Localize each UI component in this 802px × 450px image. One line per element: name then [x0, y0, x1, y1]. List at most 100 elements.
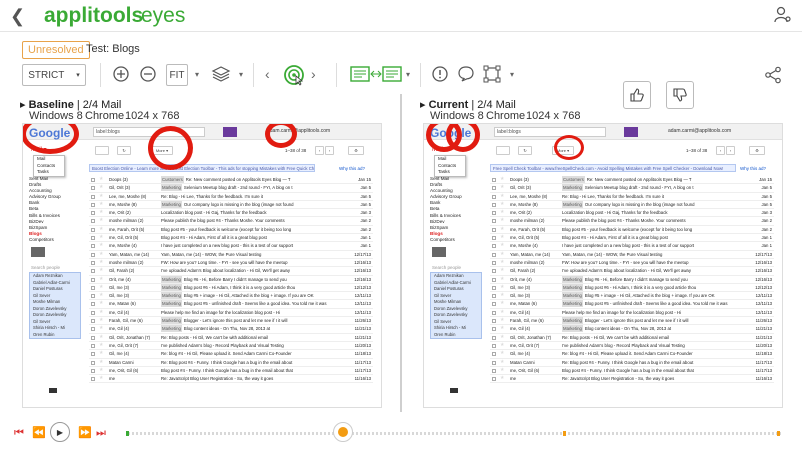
row-checkbox[interactable]	[492, 219, 496, 224]
email-row[interactable]: ★ me, Matan (6) Marketing Blog post #5 - un…	[89, 300, 373, 309]
select-checkbox[interactable]	[95, 146, 109, 155]
star-icon[interactable]: ★	[500, 292, 504, 299]
star-icon[interactable]: ★	[99, 359, 103, 366]
row-checkbox[interactable]	[492, 186, 496, 191]
why-ad-link[interactable]: Why this ad?	[740, 166, 766, 171]
dropdown-item[interactable]: Tasks	[435, 169, 465, 176]
diff-highlight-circle[interactable]	[554, 135, 584, 160]
play-icon[interactable]: ▶	[50, 422, 70, 442]
prev-page-button[interactable]: ‹	[315, 146, 324, 155]
next-step-icon[interactable]: ⏩	[78, 426, 92, 440]
comment-icon[interactable]	[457, 65, 475, 83]
email-row[interactable]: ★ Matan Carmi Re: Blog post #4 - Funny. I …	[89, 359, 373, 367]
email-row[interactable]: ★ Farah, Gil, me (6) Marketing Blogger - Le…	[89, 317, 373, 326]
star-icon[interactable]: ★	[99, 184, 103, 191]
side-by-side-icon[interactable]	[350, 66, 402, 82]
star-icon[interactable]: ★	[500, 251, 504, 258]
row-checkbox[interactable]	[91, 277, 95, 282]
row-checkbox[interactable]	[492, 269, 496, 274]
star-icon[interactable]: ★	[500, 359, 504, 366]
row-checkbox[interactable]	[492, 335, 496, 340]
email-row[interactable]: ★ me, Matan (6) Marketing Blog post #5 - un…	[490, 300, 774, 309]
row-checkbox[interactable]	[91, 319, 95, 324]
zoom-out-icon[interactable]	[139, 65, 157, 83]
email-row[interactable]: ★ Gil, Orit, Jonathan (7) Re: Blog posts -…	[490, 334, 774, 342]
email-row[interactable]: ★ me, Moshe (4) I have just completed on a…	[490, 242, 774, 251]
fit-button[interactable]: FIT	[166, 64, 188, 86]
star-icon[interactable]: ★	[99, 267, 103, 274]
diff-highlight-circle[interactable]	[148, 126, 193, 170]
email-row[interactable]: ★ Doops (3) Customers Re: New comment poste…	[490, 176, 774, 185]
email-row[interactable]: ★ Gil, me (3) Marketing Blog #5 + image - H…	[89, 292, 373, 301]
star-icon[interactable]: ★	[500, 325, 504, 332]
row-checkbox[interactable]	[492, 368, 496, 373]
timeline-track[interactable]	[128, 432, 781, 435]
row-checkbox[interactable]	[91, 227, 95, 232]
user-gear-icon[interactable]	[774, 6, 792, 24]
star-icon[interactable]: ★	[500, 276, 504, 283]
star-icon[interactable]: ★	[500, 334, 504, 341]
row-checkbox[interactable]	[492, 343, 496, 348]
star-icon[interactable]: ★	[99, 342, 103, 349]
email-row[interactable]: ★ Yam, Matan, me (14) Yam, Matan, me (14) …	[89, 251, 373, 259]
dropdown-item[interactable]: Tasks	[34, 169, 64, 176]
star-icon[interactable]: ★	[500, 267, 504, 274]
row-checkbox[interactable]	[91, 368, 95, 373]
email-row[interactable]: ★ me, Farah, Orit (5) Blog post #5 - your …	[89, 226, 373, 235]
star-icon[interactable]: ★	[500, 184, 504, 191]
gmail-search-input[interactable]: label:blogs	[494, 127, 606, 137]
star-icon[interactable]: ★	[99, 276, 103, 283]
gmail-search-button[interactable]	[624, 127, 638, 137]
next-page-button[interactable]: ›	[325, 146, 334, 155]
email-row[interactable]: ★ Gil, Farah (2) I've uploaded Adam's Blog…	[490, 267, 774, 276]
row-checkbox[interactable]	[91, 202, 95, 207]
last-step-icon[interactable]: ⏭	[96, 426, 106, 440]
star-icon[interactable]: ★	[500, 201, 504, 208]
star-icon[interactable]: ★	[99, 217, 103, 224]
row-checkbox[interactable]	[91, 377, 95, 382]
row-checkbox[interactable]	[492, 252, 496, 257]
row-checkbox[interactable]	[492, 236, 496, 241]
email-row[interactable]: ★ Lee, me, Moshe (8) Re: Blog - Hi Lee, Th…	[89, 193, 373, 201]
row-checkbox[interactable]	[91, 244, 95, 249]
star-icon[interactable]: ★	[500, 209, 504, 216]
email-row[interactable]: ★ Gil, Orit (3) Marketing Selenium Meetup b…	[490, 184, 774, 193]
diff-highlight-circle[interactable]	[265, 124, 297, 148]
email-row[interactable]: ★ Orit, me (4) Marketing Blog #6 - Hi, Befo…	[490, 275, 774, 284]
row-checkbox[interactable]	[492, 260, 496, 265]
ad-banner[interactable]: Boost Election Online - Learn more about…	[89, 164, 315, 172]
star-icon[interactable]: ★	[500, 284, 504, 291]
star-icon[interactable]: ★	[99, 317, 103, 324]
row-checkbox[interactable]	[91, 194, 95, 199]
region-select-icon[interactable]	[483, 65, 501, 83]
email-row[interactable]: ★ me, Moshe (8) Marketing Our company logo …	[89, 200, 373, 210]
email-row[interactable]: ★ Gil, me (4) Re: blog #4 - Hi Gil, Please…	[490, 350, 774, 359]
star-icon[interactable]: ★	[99, 309, 103, 316]
timeline-marker[interactable]	[563, 431, 566, 436]
star-icon[interactable]: ★	[99, 259, 103, 266]
gmail-search-button[interactable]	[223, 127, 237, 137]
email-row[interactable]: ★ me, Moshe (8) Marketing Our company logo …	[490, 200, 774, 210]
chat-contact[interactable]: Oren Rubin	[30, 332, 80, 339]
row-checkbox[interactable]	[91, 211, 95, 216]
star-icon[interactable]: ★	[99, 350, 103, 357]
email-row[interactable]: ★ Gil, Orit (3) Marketing Selenium Meetup b…	[89, 184, 373, 193]
share-icon[interactable]	[764, 66, 782, 84]
first-step-icon[interactable]: ⏮	[14, 426, 24, 440]
chat-contact[interactable]: Oren Rubin	[431, 332, 481, 339]
star-icon[interactable]: ★	[500, 367, 504, 374]
previous-step-icon[interactable]: ⏪	[32, 426, 46, 440]
email-row[interactable]: ★ me, Gil (4) Marketing Blog content ideas …	[89, 325, 373, 334]
row-checkbox[interactable]	[91, 219, 95, 224]
email-row[interactable]: ★ me, Gil (4) Please help me find an image…	[89, 309, 373, 318]
search-people[interactable]: Search people	[432, 265, 461, 270]
email-row[interactable]: ★ moshe milman (2) Please publish the blog…	[490, 217, 774, 226]
star-icon[interactable]: ★	[99, 334, 103, 341]
star-icon[interactable]: ★	[99, 193, 103, 200]
star-icon[interactable]: ★	[99, 201, 103, 208]
star-icon[interactable]: ★	[99, 251, 103, 258]
row-checkbox[interactable]	[492, 227, 496, 232]
row-checkbox[interactable]	[492, 244, 496, 249]
row-checkbox[interactable]	[91, 186, 95, 191]
chat-icon[interactable]	[49, 388, 57, 393]
